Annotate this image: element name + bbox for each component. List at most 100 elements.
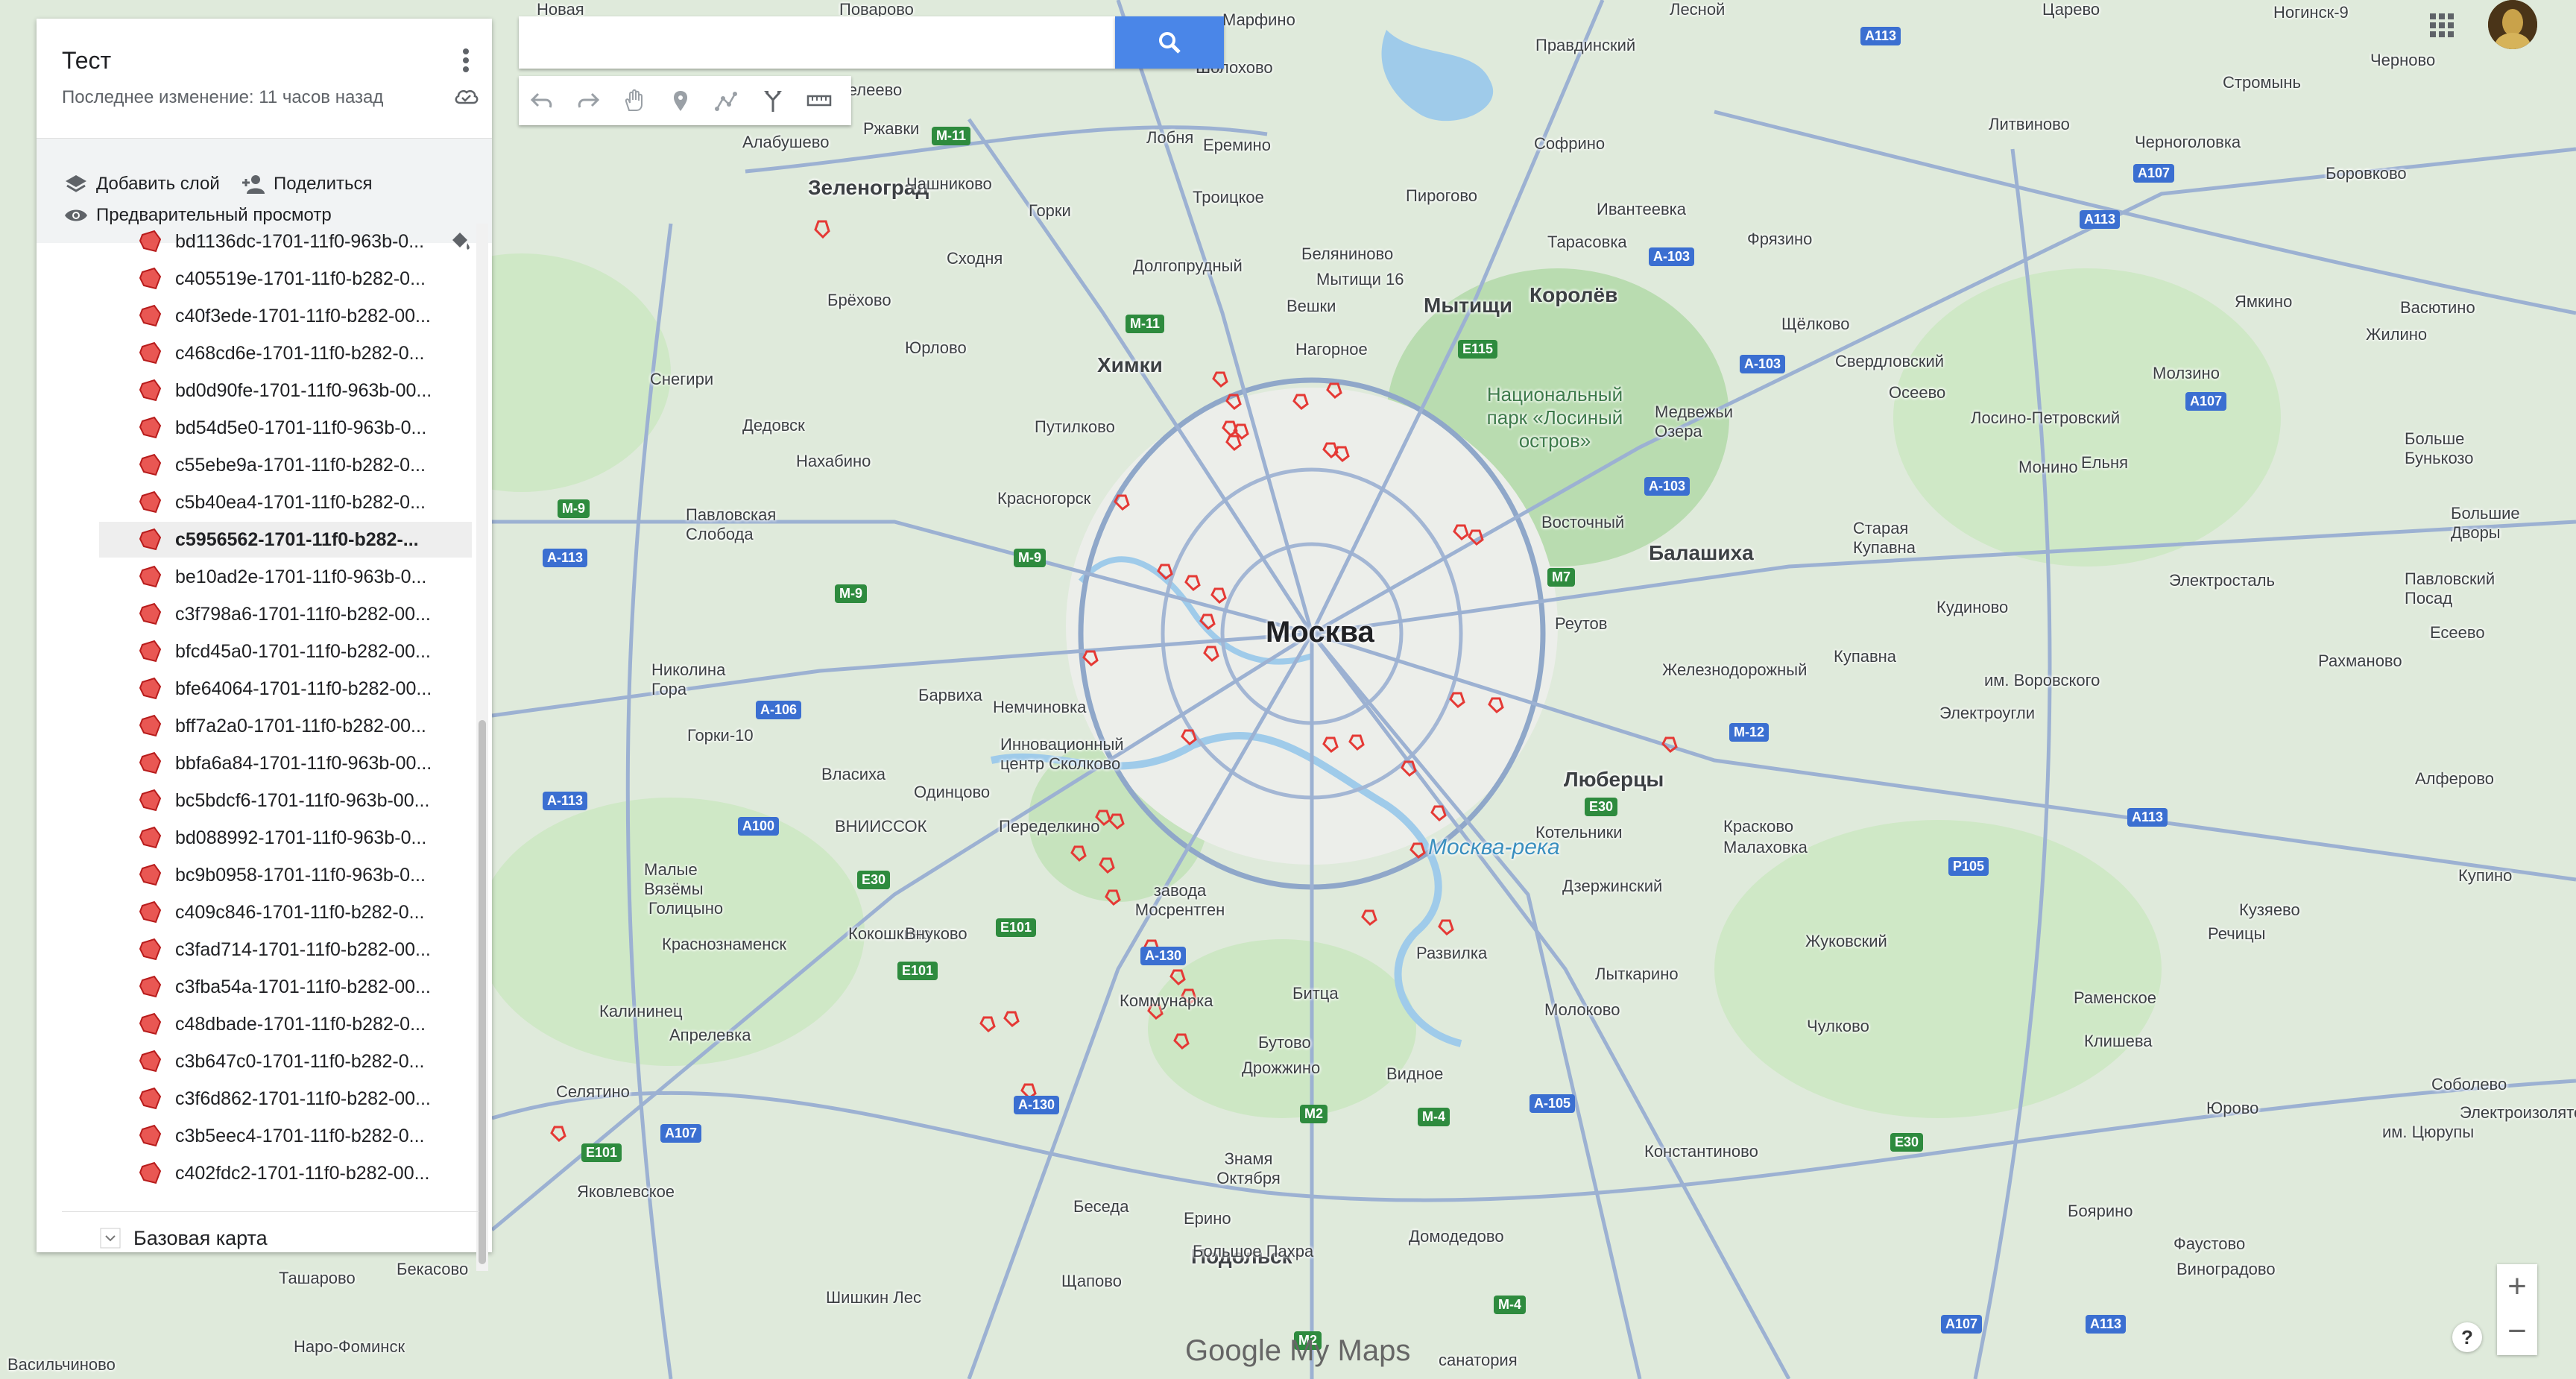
polygon-icon (139, 714, 162, 737)
place-label: Восточный (1541, 513, 1625, 531)
place-label: им. Воровского (1984, 671, 2100, 690)
place-label: Балашиха (1649, 541, 1754, 564)
help-button[interactable]: ? (2452, 1322, 2482, 1352)
place-label: Щёлково (1781, 315, 1850, 333)
apps-grid-icon[interactable] (2427, 10, 2457, 40)
feature-label: c5956562-1701-11f0-b282-... (175, 528, 419, 550)
zoom-in-button[interactable]: + (2497, 1264, 2537, 1309)
map-title[interactable]: Тест (62, 47, 111, 75)
polygon-icon (139, 528, 162, 551)
place-label: Электросталь (2169, 571, 2275, 590)
place-label: Селятино (556, 1082, 630, 1101)
feature-list-item[interactable]: bd54d5e0-1701-11f0-963b-0... (99, 410, 472, 446)
place-label: Фрязино (1747, 230, 1813, 248)
place-label: Чулково (1807, 1017, 1869, 1035)
feature-list-item[interactable]: bfe64064-1701-11f0-b282-00... (99, 671, 472, 707)
feature-list-item[interactable]: bd1136dc-1701-11f0-963b-0... (99, 224, 502, 259)
share-button[interactable]: Поделиться (241, 171, 373, 197)
polygon-icon (139, 565, 162, 588)
place-label: Павловская Слобода (686, 505, 777, 543)
place-label: Коммунарка (1120, 991, 1213, 1010)
polygon-icon (139, 900, 162, 924)
undo-icon (530, 92, 552, 108)
avatar[interactable] (2488, 0, 2537, 49)
undo-button[interactable] (519, 76, 565, 125)
last-modified-text: Последнее изменение: 11 часов назад (62, 87, 384, 107)
feature-list-item[interactable]: bff7a2a0-1701-11f0-b282-00... (99, 708, 472, 744)
feature-list-item[interactable]: c3fad714-1701-11f0-b282-00... (99, 932, 472, 968)
basemap-label: Базовая карта (133, 1226, 268, 1249)
add-person-icon (242, 175, 265, 194)
place-label: Сходня (947, 249, 1003, 268)
more-options-icon[interactable] (455, 45, 477, 75)
polygon-icon (139, 1050, 162, 1073)
place-label: Горки (1029, 201, 1071, 220)
feature-list-item[interactable]: c3f6d862-1701-11f0-b282-00... (99, 1081, 472, 1117)
feature-list-item[interactable]: c40f3ede-1701-11f0-b282-00... (99, 298, 472, 334)
draw-line-button[interactable] (704, 76, 750, 125)
place-label: Ерино (1184, 1209, 1231, 1228)
place-label: Шишкин Лес (826, 1288, 921, 1307)
feature-list-item[interactable]: bd0d90fe-1701-11f0-963b-00... (99, 373, 472, 408)
panel-scrollbar[interactable] (476, 224, 488, 1271)
chevron-down-icon[interactable] (99, 1227, 121, 1249)
place-label: Реутов (1555, 614, 1608, 633)
polygon-icon (139, 751, 162, 774)
place-label: Кузяево (2239, 900, 2300, 919)
search-button[interactable] (1115, 16, 1224, 69)
feature-list-item[interactable]: bc9b0958-1701-11f0-963b-0... (99, 857, 472, 893)
feature-list-item[interactable]: bc5bdcf6-1701-11f0-963b-00... (99, 783, 472, 818)
pan-tool-button[interactable] (611, 76, 657, 125)
feature-list-item[interactable]: c48dbade-1701-11f0-b282-0... (99, 1006, 472, 1042)
place-label: Домодедово (1409, 1227, 1504, 1246)
place-label: Щапово (1061, 1272, 1122, 1290)
feature-list-item[interactable]: c468cd6e-1701-11f0-b282-0... (99, 335, 472, 371)
feature-label: c48dbade-1701-11f0-b282-0... (175, 1013, 426, 1035)
feature-list-item[interactable]: c3b5eec4-1701-11f0-b282-0... (99, 1118, 472, 1154)
feature-list-item[interactable]: c3b647c0-1701-11f0-b282-0... (99, 1044, 472, 1079)
basemap-section[interactable]: Базовая карта (62, 1211, 479, 1264)
place-label: Переделкино (999, 817, 1100, 836)
polygon-icon (139, 640, 162, 663)
place-label: Лобня (1146, 128, 1194, 147)
feature-list-item[interactable]: c5b40ea4-1701-11f0-b282-0... (99, 485, 472, 520)
feature-list-item[interactable]: c5956562-1701-11f0-b282-... (99, 522, 472, 558)
scrollbar-thumb[interactable] (479, 720, 486, 1264)
feature-list-item[interactable]: bd088992-1701-11f0-963b-0... (99, 820, 472, 856)
add-marker-button[interactable] (657, 76, 704, 125)
feature-label: bbfa6a84-1701-11f0-963b-00... (175, 752, 432, 774)
feature-list-item[interactable]: c405519e-1701-11f0-b282-0... (99, 261, 472, 297)
feature-label: c3b5eec4-1701-11f0-b282-0... (175, 1125, 425, 1146)
map-toolbar (519, 76, 851, 125)
feature-list-item[interactable]: c402fdc2-1701-11f0-b282-00... (99, 1155, 472, 1191)
polygon-icon (139, 230, 162, 253)
feature-list-item[interactable]: c3fba54a-1701-11f0-b282-00... (99, 969, 472, 1005)
feature-label: be10ad2e-1701-11f0-963b-0... (175, 566, 427, 587)
place-label: Краснознаменск (662, 935, 787, 953)
place-label: Марфино (1222, 10, 1295, 29)
feature-list-item[interactable]: c3f798a6-1701-11f0-b282-00... (99, 596, 472, 632)
add-layer-button[interactable]: Добавить слой (63, 171, 220, 197)
place-label: Купавна (1834, 647, 1897, 666)
feature-label: c40f3ede-1701-11f0-b282-00... (175, 305, 431, 326)
measure-button[interactable] (796, 76, 842, 125)
feature-label: c468cd6e-1701-11f0-b282-0... (175, 342, 425, 364)
feature-list-item[interactable]: bbfa6a84-1701-11f0-963b-00... (99, 745, 472, 781)
place-label: Черново (2370, 51, 2436, 69)
place-label: Бутово (1258, 1033, 1311, 1052)
feature-list-item[interactable]: bfcd45a0-1701-11f0-b282-00... (99, 634, 472, 669)
zoom-out-button[interactable]: − (2497, 1309, 2537, 1354)
feature-list-item[interactable]: c55ebe9a-1701-11f0-b282-0... (99, 447, 472, 483)
search-input[interactable] (534, 20, 1103, 66)
paint-bucket-icon[interactable] (448, 230, 472, 253)
directions-button[interactable] (750, 76, 796, 125)
polygon-icon (139, 789, 162, 812)
redo-button[interactable] (565, 76, 611, 125)
feature-list-item[interactable]: c409c846-1701-11f0-b282-0... (99, 894, 472, 930)
google-my-maps-logo: Google My Maps (1185, 1334, 1411, 1367)
feature-label: bc5bdcf6-1701-11f0-963b-00... (175, 789, 430, 811)
place-label: Софрино (1534, 134, 1606, 153)
feature-list-item[interactable]: be10ad2e-1701-11f0-963b-0... (99, 559, 472, 595)
cloud-saved-icon (455, 89, 479, 104)
place-label: Железнодорожный (1662, 660, 1808, 679)
